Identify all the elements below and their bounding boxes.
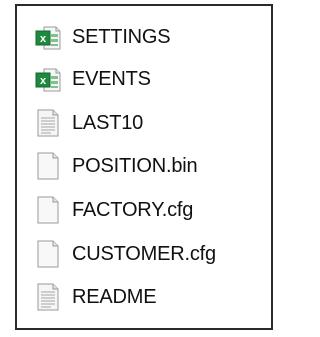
text-document-icon	[37, 283, 59, 311]
blank-file-icon	[37, 196, 59, 224]
file-name: EVENTS	[72, 67, 151, 90]
file-item-factory-cfg[interactable]: FACTORY.cfg	[35, 193, 193, 227]
file-item-position-bin[interactable]: POSITION.bin	[35, 149, 198, 183]
blank-file-icon	[37, 240, 59, 268]
file-name: FACTORY.cfg	[72, 198, 194, 221]
excel-file-icon: x	[35, 26, 61, 50]
file-name: LAST10	[72, 111, 144, 134]
blank-file-icon	[37, 152, 59, 180]
svg-text:x: x	[40, 75, 47, 87]
file-name: POSITION.bin	[72, 154, 198, 177]
file-list-panel: x SETTINGS x EVENTS LAST10 POSITION.bin …	[15, 4, 273, 330]
svg-text:x: x	[40, 33, 47, 45]
file-item-events[interactable]: x EVENTS	[35, 62, 151, 96]
file-name: CUSTOMER.cfg	[72, 242, 216, 265]
file-item-settings[interactable]: x SETTINGS	[35, 20, 171, 54]
file-item-last10[interactable]: LAST10	[35, 106, 143, 140]
file-item-customer-cfg[interactable]: CUSTOMER.cfg	[35, 237, 216, 271]
excel-file-icon: x	[35, 68, 61, 92]
file-name: README	[72, 285, 157, 308]
text-document-icon	[37, 109, 59, 137]
file-name: SETTINGS	[72, 25, 171, 48]
file-item-readme[interactable]: README	[35, 280, 157, 314]
